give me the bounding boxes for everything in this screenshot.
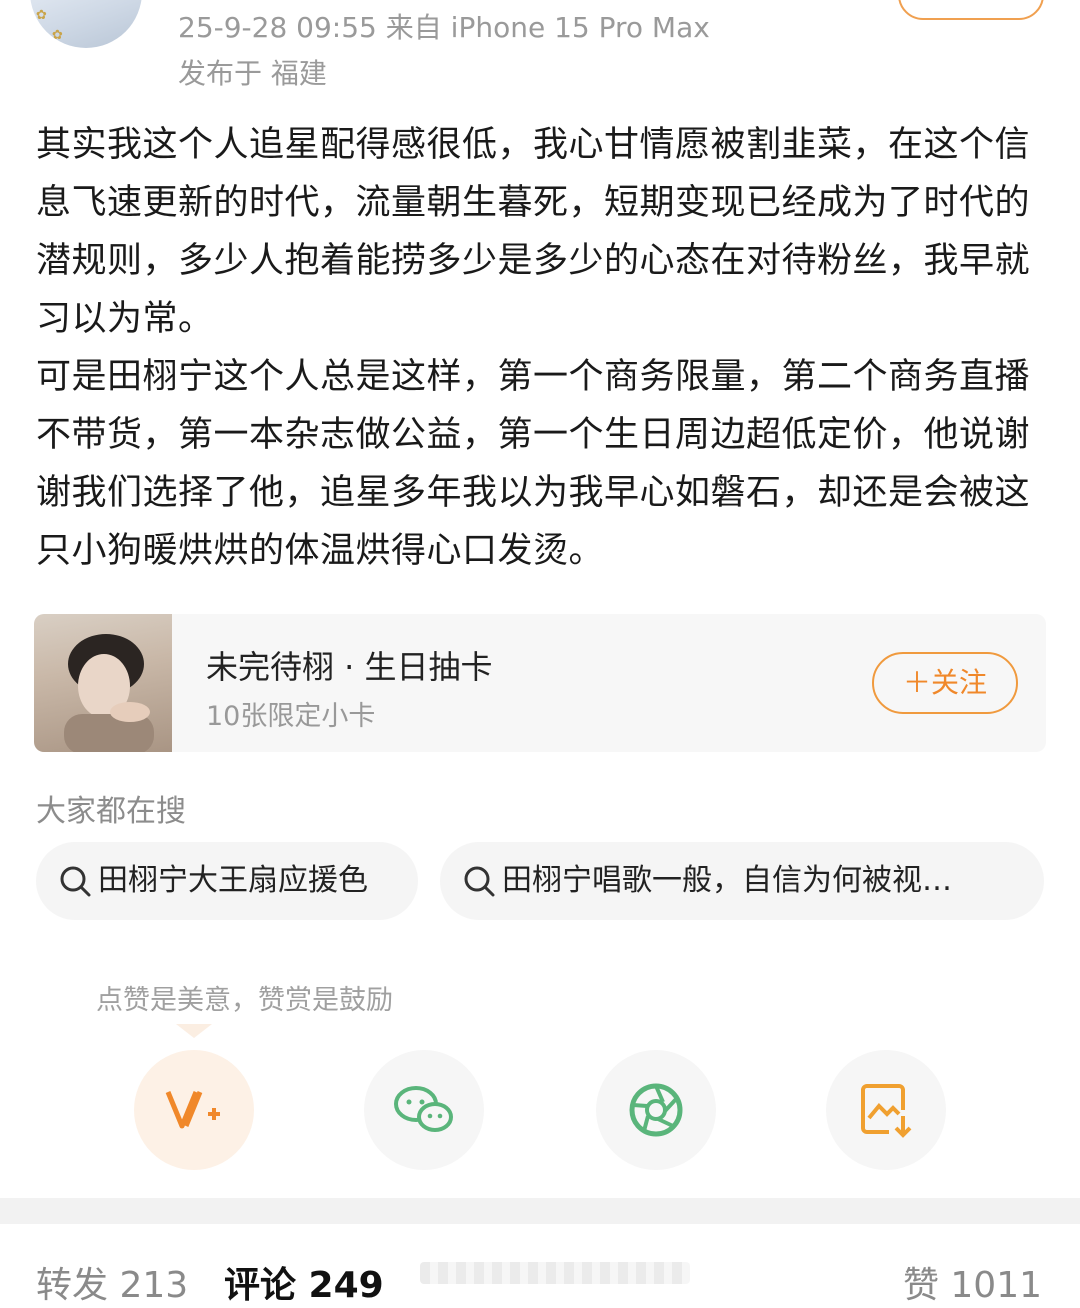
card-follow-button[interactable]: ＋关注 [872, 652, 1018, 714]
search-suggestion-label: 田栩宁唱歌一般，自信为何被视… [502, 863, 952, 898]
moments-shutter-icon [629, 1083, 683, 1137]
post-body: 其实我这个人追星配得感很低，我心甘情愿被割韭菜，在这个信息飞速更新的时代，流量朝… [36, 116, 1046, 580]
tab-like[interactable]: 赞 1011 [903, 1256, 1042, 1308]
search-icon [464, 866, 495, 897]
share-moments-button[interactable] [596, 1050, 716, 1170]
trending-search-heading: 大家都在搜 [36, 794, 186, 829]
blurred-region [420, 1262, 690, 1284]
avatar[interactable]: ✿ ✿ [30, 0, 142, 48]
search-suggestion[interactable]: 田栩宁大王扇应援色 [36, 842, 418, 920]
post-paragraph: 其实我这个人追星配得感很低，我心甘情愿被割韭菜，在这个信息飞速更新的时代，流量朝… [36, 125, 1031, 339]
card-title: 未完待栩 · 生日抽卡 [206, 648, 493, 686]
reward-button[interactable] [134, 1050, 254, 1170]
save-image-button[interactable] [826, 1050, 946, 1170]
post-time-device: 25-9-28 09:55 来自 iPhone 15 Pro Max [178, 11, 710, 44]
reward-hint: 点赞是美意，赞赏是鼓励 [96, 985, 393, 1016]
search-suggestion[interactable]: 田栩宁唱歌一般，自信为何被视… [440, 842, 1044, 920]
tab-repost[interactable]: 转发 213 [36, 1256, 188, 1308]
section-divider [0, 1198, 1080, 1224]
search-icon [60, 866, 91, 897]
card-thumbnail [34, 614, 172, 752]
tab-comment[interactable]: 评论 249 [224, 1256, 384, 1308]
share-wechat-button[interactable] [364, 1050, 484, 1170]
save-image-icon [861, 1084, 912, 1138]
avatar-decoration-icon: ✿ [52, 28, 63, 43]
wechat-icon [394, 1086, 453, 1132]
post-location: 发布于 福建 [178, 57, 327, 90]
card-subtitle: 10张限定小卡 [206, 701, 376, 732]
linked-card[interactable]: 未完待栩 · 生日抽卡 10张限定小卡 ＋关注 [34, 614, 1046, 752]
avatar-decoration-icon: ✿ [36, 8, 47, 23]
search-suggestion-label: 田栩宁大王扇应援色 [98, 863, 368, 898]
hint-pointer [176, 1024, 212, 1038]
top-follow-button[interactable] [898, 0, 1044, 20]
post-paragraph: 可是田栩宁这个人总是这样，第一个商务限量，第二个商务直播不带货，第一本杂志做公益… [36, 357, 1031, 571]
reward-v-plus-icon [165, 1091, 220, 1129]
